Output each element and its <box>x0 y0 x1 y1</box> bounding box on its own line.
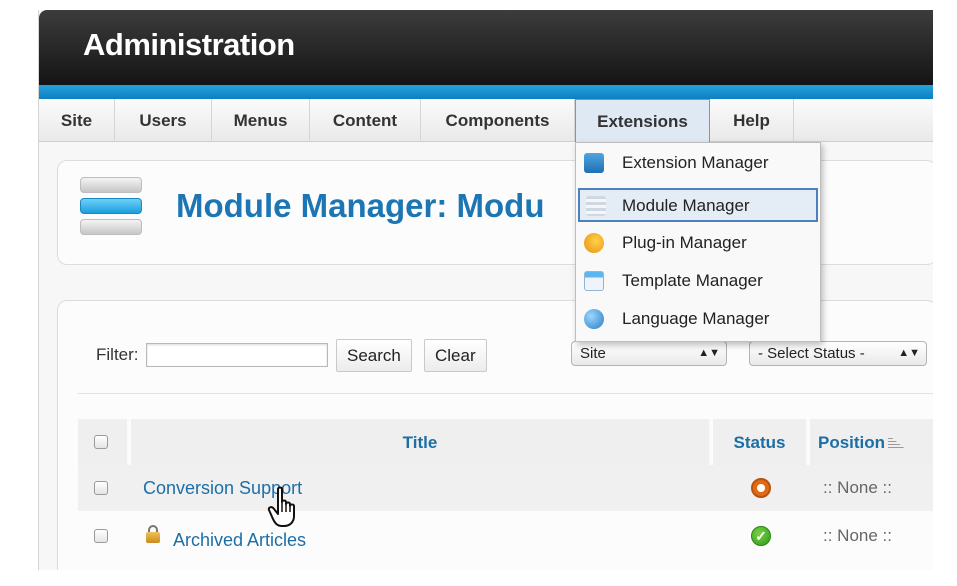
client-select[interactable]: Site ▲▼ <box>571 341 727 366</box>
column-title-header[interactable]: Title <box>131 419 711 467</box>
module-manager-icon <box>80 175 146 241</box>
menu-extensions[interactable]: Extensions <box>575 99 710 142</box>
menu-menus[interactable]: Menus <box>212 99 310 142</box>
select-arrows-icon: ▲▼ <box>898 347 920 359</box>
select-all-header <box>78 419 129 467</box>
unpublished-status-icon[interactable] <box>751 478 771 498</box>
module-position: :: None :: <box>823 478 892 497</box>
menu-users[interactable]: Users <box>115 99 212 142</box>
main-menubar: Site Users Menus Content Components Exte… <box>39 99 933 142</box>
menu-content[interactable]: Content <box>310 99 421 142</box>
filter-input[interactable] <box>146 343 328 367</box>
status-select[interactable]: - Select Status - ▲▼ <box>749 341 927 366</box>
dropdown-item-label: Extension Manager <box>622 153 769 172</box>
sort-icon <box>888 437 907 450</box>
search-button[interactable]: Search <box>336 339 412 372</box>
language-icon <box>584 309 604 329</box>
divider <box>78 393 933 394</box>
admin-title: Administration <box>83 27 295 62</box>
dropdown-item-plugin-manager[interactable]: Plug-in Manager <box>576 225 822 261</box>
clear-button[interactable]: Clear <box>424 339 487 372</box>
header-accent-strip <box>39 85 933 99</box>
table-row: Conversion Support :: None :: <box>78 465 933 511</box>
admin-header: Administration <box>39 10 933 85</box>
dropdown-item-template-manager[interactable]: Template Manager <box>576 263 822 299</box>
menu-help[interactable]: Help <box>710 99 794 142</box>
dropdown-item-module-manager[interactable]: Module Manager <box>578 188 818 222</box>
dropdown-item-label: Template Manager <box>622 271 763 290</box>
extension-icon <box>584 153 604 173</box>
row-checkbox[interactable] <box>94 529 108 543</box>
filter-label: Filter: <box>96 345 139 364</box>
column-position-header[interactable]: Position <box>810 419 933 467</box>
client-select-value: Site <box>580 345 606 362</box>
column-status-header[interactable]: Status <box>713 419 808 467</box>
module-icon <box>586 196 606 216</box>
status-select-value: - Select Status - <box>758 345 865 362</box>
select-arrows-icon: ▲▼ <box>698 347 720 359</box>
extensions-dropdown: Extension Manager Module Manager Plug-in… <box>575 142 821 342</box>
dropdown-item-label: Language Manager <box>622 309 770 328</box>
menu-site[interactable]: Site <box>39 99 115 142</box>
column-position-label: Position <box>818 433 886 452</box>
hand-pointer-icon <box>267 486 295 527</box>
page-title: Module Manager: Modu <box>176 187 545 224</box>
lock-icon <box>146 525 160 543</box>
dropdown-item-extension-manager[interactable]: Extension Manager <box>576 145 822 181</box>
module-position: :: None :: <box>823 526 892 545</box>
select-all-checkbox[interactable] <box>94 435 108 449</box>
row-checkbox[interactable] <box>94 481 108 495</box>
dropdown-item-language-manager[interactable]: Language Manager <box>576 301 822 337</box>
menu-components[interactable]: Components <box>421 99 575 142</box>
template-icon <box>584 271 604 291</box>
published-status-icon[interactable]: ✓ <box>751 526 771 546</box>
table-row: Archived Articles ✓ :: None :: <box>78 513 933 559</box>
dropdown-item-label: Module Manager <box>622 196 750 215</box>
dropdown-item-label: Plug-in Manager <box>622 233 747 252</box>
plugin-icon <box>584 233 604 253</box>
